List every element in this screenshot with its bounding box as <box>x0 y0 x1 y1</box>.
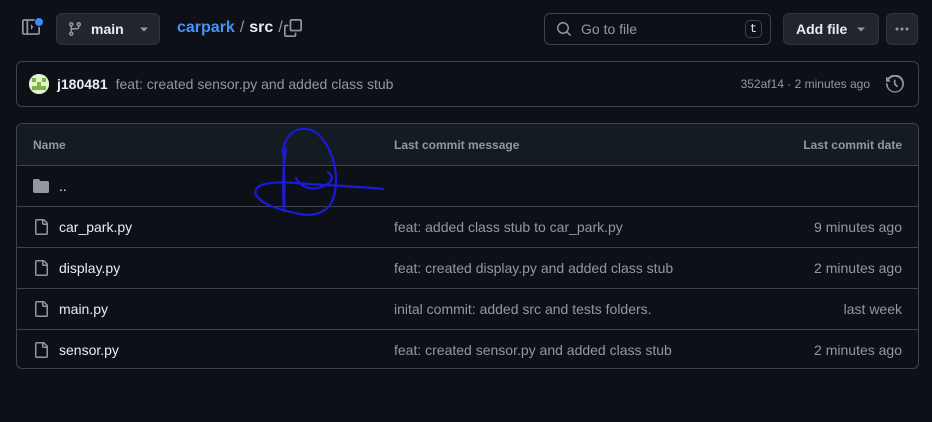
breadcrumb-separator: / <box>278 19 283 36</box>
search-shortcut-key: t <box>744 20 762 38</box>
more-options-button[interactable] <box>886 13 918 45</box>
table-row[interactable]: display.py feat: created display.py and … <box>17 247 918 288</box>
file-name-link[interactable]: sensor.py <box>59 342 119 358</box>
file-commit-date: 9 minutes ago <box>814 219 902 235</box>
commit-message[interactable]: feat: created sensor.py and added class … <box>116 76 394 92</box>
file-icon <box>33 260 49 276</box>
breadcrumb-repo-link[interactable]: carpark <box>177 19 235 37</box>
file-commit-date: last week <box>843 301 902 317</box>
folder-icon <box>33 178 49 194</box>
column-name: Name <box>33 137 66 152</box>
file-name-link[interactable]: main.py <box>59 301 108 317</box>
table-row[interactable]: sensor.py feat: created sensor.py and ad… <box>17 329 918 368</box>
breadcrumb-current-folder: src <box>249 19 274 36</box>
add-file-button[interactable]: Add file <box>783 13 879 45</box>
commit-author[interactable]: j180481 <box>57 76 108 92</box>
table-row[interactable]: main.py inital commit: added src and tes… <box>17 288 918 329</box>
file-commit-date: 2 minutes ago <box>814 342 902 358</box>
history-icon[interactable] <box>886 75 904 93</box>
table-header: Name Last commit message Last commit dat… <box>17 124 918 165</box>
add-file-label: Add file <box>796 21 848 37</box>
table-row[interactable]: car_park.py feat: added class stub to ca… <box>17 206 918 247</box>
file-icon <box>33 342 49 358</box>
kebab-icon <box>894 21 910 37</box>
breadcrumb: carpark / src / <box>177 19 283 37</box>
branch-selector-button[interactable]: main <box>56 13 160 45</box>
file-commit-date: 2 minutes ago <box>814 260 902 276</box>
go-to-file-search[interactable]: Go to file t <box>544 13 771 45</box>
file-table: Name Last commit message Last commit dat… <box>16 123 919 369</box>
file-commit-message[interactable]: feat: created display.py and added class… <box>394 260 673 276</box>
search-placeholder: Go to file <box>581 21 638 37</box>
caret-down-icon <box>856 24 866 34</box>
column-last-commit-message: Last commit message <box>394 137 520 152</box>
branch-name: main <box>91 21 124 37</box>
latest-commit-bar: j180481 feat: created sensor.py and adde… <box>16 61 919 107</box>
search-icon <box>556 21 572 37</box>
copy-path-icon[interactable] <box>284 19 302 37</box>
file-commit-message[interactable]: feat: created sensor.py and added class … <box>394 342 672 358</box>
git-branch-icon <box>67 21 83 37</box>
parent-directory-link[interactable]: .. <box>59 178 67 194</box>
parent-directory-row[interactable]: .. <box>17 165 918 206</box>
file-icon <box>33 301 49 317</box>
caret-down-icon <box>139 24 149 34</box>
file-name-link[interactable]: display.py <box>59 260 120 276</box>
file-commit-message[interactable]: inital commit: added src and tests folde… <box>394 301 652 317</box>
breadcrumb-separator: / <box>239 19 245 36</box>
notification-dot <box>34 17 44 27</box>
author-avatar[interactable] <box>29 74 49 94</box>
sidebar-toggle-icon[interactable] <box>22 17 44 40</box>
commit-sha-time[interactable]: 352af14 · 2 minutes ago <box>741 77 870 91</box>
file-name-link[interactable]: car_park.py <box>59 219 132 235</box>
file-icon <box>33 219 49 235</box>
column-last-commit-date: Last commit date <box>803 137 902 152</box>
file-commit-message[interactable]: feat: added class stub to car_park.py <box>394 219 623 235</box>
